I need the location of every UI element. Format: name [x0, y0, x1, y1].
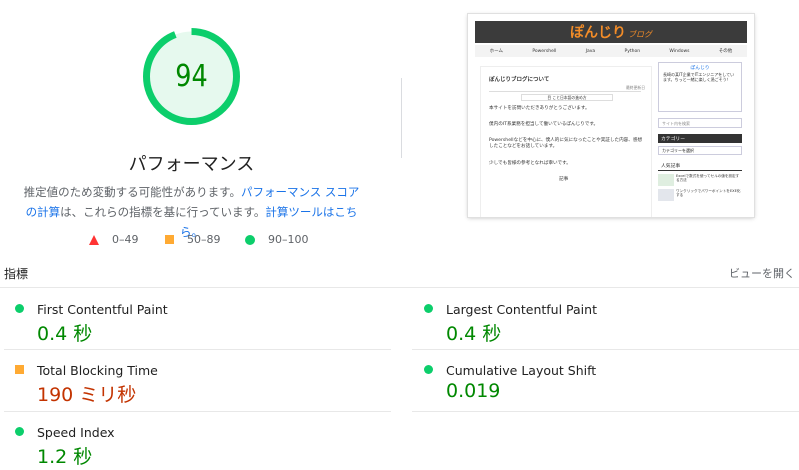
- category-title: パフォーマンス: [128, 154, 255, 175]
- thumb-nav-item: ホーム: [489, 49, 504, 54]
- thumb-category-heading: カテゴリー: [658, 134, 742, 143]
- thumb-popular-image: [658, 174, 674, 186]
- thumb-nav-item: Python: [624, 48, 641, 54]
- metric-row-rule: [4, 349, 391, 350]
- legend-fail-label: 0–49: [112, 233, 139, 246]
- thumb-nav-item: Powershell: [532, 48, 557, 54]
- thumb-popular-heading: 人気記事: [658, 161, 742, 171]
- thumb-paragraph: Powershellなどを中心に、僕人的に気になったことや実証した内容、感想した…: [489, 138, 643, 149]
- thumb-popular-image: [658, 189, 674, 201]
- average-square-icon: [165, 235, 174, 244]
- pass-circle-icon: [424, 365, 433, 374]
- score-value: 94: [175, 59, 208, 94]
- thumb-paragraph: 本サイトを訪問いただきありがとうございます。: [489, 106, 590, 111]
- legend-pass: 90–100: [245, 233, 309, 246]
- thumb-paragraph: 僕内のIT系業務を担当して働いているぽんじりです。: [489, 122, 599, 127]
- metric-value: 0.4 秒: [37, 323, 93, 345]
- metrics-top-rule: [0, 287, 799, 288]
- thumb-post-footer: 記事: [559, 177, 569, 182]
- thumb-category-select: カテゴリーを選択: [658, 146, 742, 155]
- metric-name: Cumulative Layout Shift: [446, 363, 597, 378]
- thumb-logo-main: ぽんじり: [570, 25, 626, 41]
- metric-name: First Contentful Paint: [37, 302, 168, 317]
- fail-triangle-icon: [89, 234, 99, 245]
- metric-value: 1.2 秒: [37, 446, 93, 468]
- thumb-popular-text: Excelで数式を使ってセルの値を設定する方法: [676, 174, 740, 183]
- legend-average: 50–89: [165, 233, 221, 246]
- average-square-icon: [15, 365, 24, 374]
- thumb-popular-item: ワンクリックでパワーポイントをEXE化する: [658, 189, 742, 201]
- thumb-nav-item: その他: [718, 49, 733, 54]
- legend-fail: 0–49: [89, 233, 139, 246]
- metric-value: 0.019: [446, 380, 501, 402]
- thumb-nav: ホーム Powershell Java Python Windows その他: [475, 45, 747, 57]
- metric-value: 0.4 秒: [446, 323, 502, 345]
- thumb-profile-text: 長崎の某IT企業でITエンジニアをしています。ちっと一緒に楽しく過ごそう！: [663, 72, 735, 83]
- pass-circle-icon: [245, 234, 255, 245]
- metric-name: Total Blocking Time: [37, 363, 158, 378]
- metric-value: 190 ミリ秒: [37, 384, 137, 406]
- pass-circle-icon: [424, 304, 433, 313]
- metric-name: Largest Contentful Paint: [446, 302, 597, 317]
- thumb-popular-item: Excelで数式を使ってセルの値を設定する方法: [658, 174, 742, 186]
- pass-circle-icon: [15, 427, 24, 436]
- thumb-profile-box: ぽんじり 長崎の某IT企業でITエンジニアをしています。ちっと一緒に楽しく過ごそ…: [658, 62, 742, 112]
- metric-name: Speed Index: [37, 425, 115, 440]
- thumb-paragraph: 少しでも皆様の参考となれば幸いです。: [489, 161, 571, 166]
- legend-average-label: 50–89: [187, 233, 221, 246]
- thumb-main-content: ぽんじりブログについて 最終更新日 目 こと日本語の進め方 本サイトを訪問いただ…: [480, 66, 652, 217]
- metric-row-rule: [412, 349, 799, 350]
- thumb-nav-item: Java: [585, 48, 596, 54]
- thumb-popular-text: ワンクリックでパワーポイントをEXE化する: [676, 189, 741, 198]
- thumb-sidebar: ぽんじり 長崎の某IT企業でITエンジニアをしています。ちっと一緒に楽しく過ごそ…: [658, 62, 742, 217]
- thumb-post-title: ぽんじりブログについて: [489, 77, 550, 83]
- thumb-logo: ぽんじり ブログ: [475, 22, 747, 42]
- thumb-search: サイト内を検索: [658, 118, 742, 128]
- pass-circle-icon: [15, 304, 24, 313]
- thumb-nav-item: Windows: [669, 48, 690, 54]
- expand-view-toggle[interactable]: ビューを開く: [729, 265, 795, 281]
- description-text-1: 推定値のため変動する可能性があります。: [23, 185, 241, 199]
- metric-row-rule: [4, 411, 391, 412]
- final-screenshot-thumbnail[interactable]: ぽんじり ブログ ホーム Powershell Java Python Windo…: [468, 14, 754, 217]
- thumb-logo-sub: ブログ: [628, 30, 652, 39]
- thumb-rule: [489, 91, 641, 92]
- metric-row-rule: [412, 411, 799, 412]
- thumb-toc: 目 こと日本語の進め方: [521, 94, 613, 101]
- legend-pass-label: 90–100: [268, 233, 309, 246]
- description-text-2: は、これらの指標を基に行っています。: [60, 205, 266, 219]
- metrics-section-label: 指標: [4, 267, 29, 281]
- divider: [401, 78, 402, 158]
